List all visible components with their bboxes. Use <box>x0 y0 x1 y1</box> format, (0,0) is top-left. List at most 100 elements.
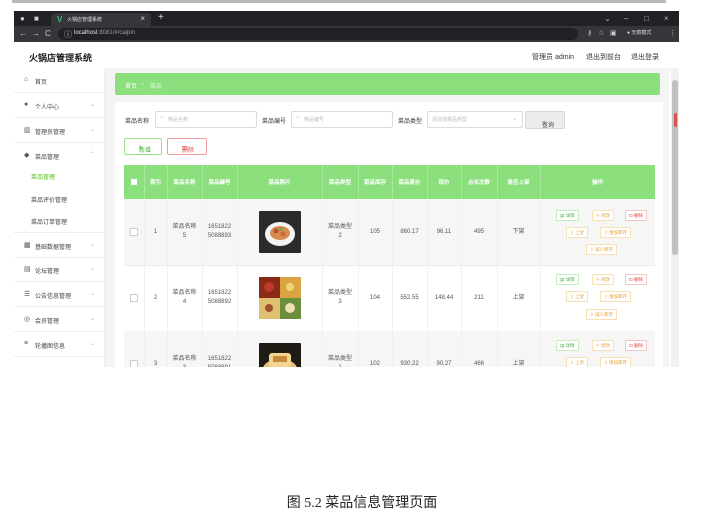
tab-close-icon[interactable]: × <box>140 14 145 23</box>
browser-kebab-icon[interactable]: ⋮ <box>669 29 676 37</box>
cell-type: 菜品类型 3 <box>322 265 359 331</box>
bar-chart-icon: ▥ <box>24 127 31 134</box>
key-icon[interactable]: ⚷ <box>587 29 592 37</box>
logout-link[interactable]: 退出登录 <box>631 52 659 62</box>
sidebar-item-notices[interactable]: ☰ 公告信息管理 ⌄ <box>14 282 104 307</box>
code-search-input[interactable]: ○ 菜品编号 <box>291 111 393 128</box>
type-select[interactable]: 请选择菜品类型 ⌄ <box>427 111 523 128</box>
cell-status: 下架 <box>497 199 541 265</box>
detail-button[interactable]: ▤ 详情 <box>556 274 579 285</box>
type-select-placeholder: 请选择菜品类型 <box>432 117 468 123</box>
reduce-stock-button[interactable]: ⇪ 减少库存 <box>586 244 618 255</box>
cell-price: 930.22 <box>392 331 428 367</box>
main-content: 首页 → 菜品 菜品名称 ○ 菜品名称 菜品编号 ○ 菜品编号 菜品类型 请选择… <box>105 68 669 367</box>
header-price: 菜品原价 <box>392 165 428 199</box>
incognito-icon: ● <box>627 30 631 36</box>
sidebar-item-basic-data[interactable]: ▦ 基础数据管理 ⌄ <box>14 232 104 258</box>
maximize-icon[interactable]: □ <box>644 14 649 23</box>
edit-button[interactable]: ✎ 修改 <box>592 340 615 351</box>
submenu-dish-orders[interactable]: 菜品订单管理 <box>31 217 67 226</box>
browser-tab-bar: ● ■ V 火锅店管理系统 × + ⌄ – □ × <box>14 11 679 26</box>
sidebar-item-members[interactable]: ◎ 会员管理 ⌄ <box>14 307 104 332</box>
name-search-input[interactable]: ○ 菜品名称 <box>155 111 257 128</box>
new-tab-icon[interactable]: + <box>158 12 164 23</box>
back-icon[interactable]: ← <box>19 29 27 38</box>
site-info-icon[interactable]: ⓘ <box>64 29 72 40</box>
content-panel: 菜品名称 ○ 菜品名称 菜品编号 ○ 菜品编号 菜品类型 请选择菜品类型 ⌄ 查… <box>115 102 663 367</box>
address-bar: ← → C ⓘ localhost:8081/#/caipin ⚷ ☆ ▣ ● … <box>14 26 679 42</box>
shelve-button[interactable]: ⇪ 上架 <box>566 291 589 302</box>
sidebar-item-label: 管理员管理 <box>35 130 66 136</box>
submenu-dish-review[interactable]: 菜品评价管理 <box>31 195 67 204</box>
figure-caption: 图 5.2 菜品信息管理页面 <box>286 496 438 511</box>
cell-now-price: 90.27 <box>427 331 462 367</box>
cell-photo <box>237 331 323 367</box>
url-path: :8081/#/caipin <box>97 30 136 36</box>
header-actions: 操作 <box>591 180 603 186</box>
chevron-down-icon[interactable]: ⌄ <box>604 14 611 23</box>
cell-index: 1 <box>144 199 168 265</box>
cell-status: 上架 <box>497 265 541 331</box>
sidepanel-icon[interactable]: ▣ <box>610 29 617 37</box>
row-checkbox[interactable] <box>124 199 145 265</box>
sidebar-item-home[interactable]: ⌂ 首页 <box>14 68 104 93</box>
batch-delete-button[interactable]: ⊡ 删除 <box>167 138 207 155</box>
delete-button[interactable]: ⊡ 删除 <box>625 274 648 285</box>
chevron-down-icon: ⌄ <box>89 242 95 248</box>
sidebar-item-forum[interactable]: ▤ 论坛管理 ⌄ <box>14 257 104 282</box>
reload-icon[interactable]: C <box>45 29 51 38</box>
cell-status: 上架 <box>497 331 541 367</box>
close-window-icon[interactable]: × <box>664 14 669 23</box>
sidebar-item-label: 轮播图信息 <box>35 344 66 350</box>
admin-label: 管理员 admin <box>532 54 575 61</box>
shelve-button[interactable]: ⇪ 上架 <box>566 357 589 367</box>
browser-tab[interactable]: V 火锅店管理系统 × <box>51 13 151 26</box>
chevron-up-icon: ⌃ <box>89 152 95 158</box>
chevron-down-icon: ⌄ <box>89 316 95 322</box>
cell-photo <box>237 199 323 265</box>
breadcrumb-home[interactable]: 首页 <box>125 81 137 90</box>
edit-button[interactable]: ✎ 修改 <box>592 274 615 285</box>
header-type: 菜品类型 <box>322 165 359 199</box>
sidebar-item-label: 公告信息管理 <box>35 294 72 300</box>
table-header: 索引 菜品名称 菜品编号 菜品照片 菜品类型 菜品库存 菜品原价 现价 点击次数… <box>124 165 655 199</box>
add-stock-button[interactable]: ⇪ 增加库存 <box>600 357 632 367</box>
header-code: 菜品编号 <box>202 165 238 199</box>
add-stock-button[interactable]: ⇪ 增加库存 <box>600 291 632 302</box>
submenu-dish-manage[interactable]: 菜品管理 <box>31 172 55 181</box>
grid-icon: ▦ <box>24 242 31 249</box>
delete-button[interactable]: ⊡ 删除 <box>625 210 648 221</box>
scrollbar-thumb[interactable] <box>672 80 678 255</box>
sidebar-item-admins[interactable]: ▥ 管理员管理 ⌄ <box>14 118 104 143</box>
add-stock-button[interactable]: ⇪ 增加库存 <box>600 227 632 238</box>
breadcrumb-current: 菜品 <box>150 84 163 90</box>
cell-actions: ▤ 详情 ✎ 修改 ⊡ 删除 ⇪ 上架 ⇪ 增加库存 <box>540 331 655 367</box>
add-button[interactable]: + 新增 <box>124 138 162 155</box>
select-all-checkbox[interactable] <box>124 165 145 199</box>
sidebar-item-label: 菜品管理 <box>35 155 60 161</box>
query-button[interactable]: 查询 ○ <box>525 111 565 129</box>
row-checkbox[interactable] <box>124 265 145 331</box>
chevron-down-icon: ⌄ <box>89 266 95 272</box>
browser-menu-icon[interactable]: ● <box>20 14 25 23</box>
detail-button[interactable]: ▤ 详情 <box>556 210 579 221</box>
shelve-button[interactable]: ⇪ 上架 <box>566 227 589 238</box>
edit-button[interactable]: ✎ 修改 <box>592 210 615 221</box>
sidebar-item-carousel[interactable]: ≡ 轮播图信息 ⌄ <box>14 332 104 357</box>
row-checkbox[interactable] <box>124 331 145 367</box>
star-icon[interactable]: ☆ <box>598 29 604 37</box>
minimize-icon[interactable]: – <box>624 14 628 23</box>
delete-button[interactable]: ⊡ 删除 <box>625 340 648 351</box>
dish-photo <box>258 277 301 319</box>
cell-code: 1651822 5088893 <box>202 199 238 265</box>
pin-icon: ◆ <box>24 152 30 159</box>
detail-button[interactable]: ▤ 详情 <box>556 340 579 351</box>
to-front-link[interactable]: 退出到前台 <box>586 52 621 62</box>
url-field[interactable]: ⓘ localhost:8081/#/caipin <box>58 28 578 40</box>
sidebar-item-profile[interactable]: ● 个人中心 ⌄ <box>14 93 104 118</box>
forward-icon[interactable]: → <box>32 29 40 38</box>
reduce-stock-button[interactable]: ⇪ 减少库存 <box>586 309 618 320</box>
tab-search-icon[interactable]: ■ <box>34 14 39 23</box>
type-filter-label: 菜品类型 <box>398 119 423 125</box>
sidebar-item-dishes[interactable]: ◆ 菜品管理 ⌃ <box>14 143 104 167</box>
